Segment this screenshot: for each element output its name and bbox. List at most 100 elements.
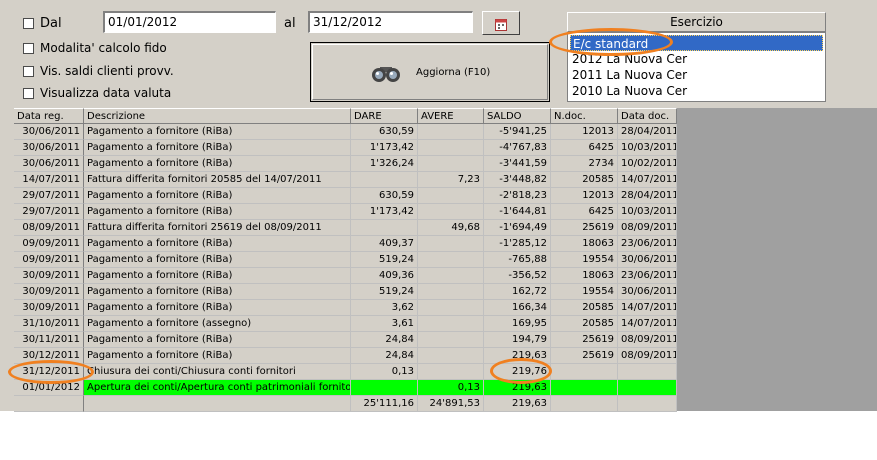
cell-saldo[interactable]: -1'285,12 <box>484 236 551 252</box>
cell-descrizione[interactable]: Pagamento a fornitore (RiBa) <box>84 348 351 364</box>
totals-row[interactable]: 25'111,16 24'891,53 219,63 <box>14 396 677 412</box>
cell-avere[interactable] <box>418 140 484 156</box>
cell-data-reg[interactable]: 08/09/2011 <box>14 220 84 236</box>
cell-n-doc[interactable] <box>551 380 618 396</box>
cell-saldo[interactable]: -765,88 <box>484 252 551 268</box>
data-valuta-checkbox[interactable] <box>23 88 34 99</box>
date-from-input[interactable]: 01/01/2012 <box>103 11 276 33</box>
cell-avere[interactable] <box>418 364 484 380</box>
cell-dare[interactable]: 24,84 <box>351 332 418 348</box>
cell-n-doc[interactable]: 25619 <box>551 348 618 364</box>
cell-descrizione[interactable] <box>84 396 351 412</box>
cell-descrizione[interactable]: Pagamento a fornitore (assegno) <box>84 316 351 332</box>
cell-n-doc[interactable]: 2734 <box>551 156 618 172</box>
cell-descrizione[interactable]: Chiusura dei conti/Chiusura conti fornit… <box>84 364 351 380</box>
cell-avere[interactable]: 0,13 <box>418 380 484 396</box>
cell-descrizione[interactable]: Pagamento a fornitore (RiBa) <box>84 252 351 268</box>
cell-avere[interactable] <box>418 188 484 204</box>
cell-n-doc[interactable]: 6425 <box>551 204 618 220</box>
cell-avere[interactable]: 24'891,53 <box>418 396 484 412</box>
cell-dare[interactable]: 409,37 <box>351 236 418 252</box>
cell-n-doc[interactable]: 19554 <box>551 252 618 268</box>
cell-data-reg[interactable]: 30/06/2011 <box>14 156 84 172</box>
cell-saldo[interactable]: -3'448,82 <box>484 172 551 188</box>
cell-avere[interactable]: 7,23 <box>418 172 484 188</box>
header-data-reg[interactable]: Data reg. <box>14 108 84 124</box>
cell-dare[interactable]: 519,24 <box>351 252 418 268</box>
cell-dare[interactable]: 1'173,42 <box>351 204 418 220</box>
cell-dare[interactable]: 409,36 <box>351 268 418 284</box>
cell-descrizione[interactable]: Fattura differita fornitori 25619 del 08… <box>84 220 351 236</box>
cell-descrizione[interactable]: Pagamento a fornitore (RiBa) <box>84 268 351 284</box>
cell-saldo[interactable]: 219,63 <box>484 396 551 412</box>
cell-data-doc[interactable]: 14/07/2011 <box>618 300 677 316</box>
date-to-input[interactable]: 31/12/2012 <box>308 11 473 33</box>
cell-data-doc[interactable]: 28/04/2011 <box>618 124 677 140</box>
cell-avere[interactable] <box>418 316 484 332</box>
cell-dare[interactable]: 3,62 <box>351 300 418 316</box>
cell-avere[interactable] <box>418 348 484 364</box>
cell-avere[interactable] <box>418 156 484 172</box>
aggiorna-button[interactable]: Aggiorna (F10) <box>310 42 550 102</box>
header-descrizione[interactable]: Descrizione <box>84 108 351 124</box>
cell-n-doc[interactable]: 6425 <box>551 140 618 156</box>
table-row[interactable]: 09/09/2011 Pagamento a fornitore (RiBa) 51… <box>14 252 677 268</box>
cell-n-doc[interactable]: 25619 <box>551 332 618 348</box>
cell-data-reg[interactable]: 09/09/2011 <box>14 252 84 268</box>
header-data-doc[interactable]: Data doc. <box>618 108 677 124</box>
cell-dare[interactable]: 3,61 <box>351 316 418 332</box>
cell-dare[interactable]: 519,24 <box>351 284 418 300</box>
table-row[interactable]: 29/07/2011 Pagamento a fornitore (RiBa) 63… <box>14 188 677 204</box>
table-row[interactable]: 30/06/2011 Pagamento a fornitore (RiBa) 1'… <box>14 140 677 156</box>
table-row[interactable]: 08/09/2011 Fattura differita fornitori 25… <box>14 220 677 236</box>
cell-descrizione[interactable]: Pagamento a fornitore (RiBa) <box>84 284 351 300</box>
cell-data-doc[interactable]: 28/04/2011 <box>618 188 677 204</box>
cell-saldo[interactable]: -3'441,59 <box>484 156 551 172</box>
cell-n-doc[interactable]: 12013 <box>551 188 618 204</box>
cell-n-doc[interactable]: 25619 <box>551 220 618 236</box>
cell-saldo[interactable]: 194,79 <box>484 332 551 348</box>
cell-data-reg[interactable]: 30/09/2011 <box>14 284 84 300</box>
header-n-doc[interactable]: N.doc. <box>551 108 618 124</box>
table-row[interactable]: 31/12/2011 Chiusura dei conti/Chiusura co… <box>14 364 677 380</box>
cell-data-reg[interactable]: 30/06/2011 <box>14 140 84 156</box>
table-row[interactable]: 09/09/2011 Pagamento a fornitore (RiBa) 40… <box>14 236 677 252</box>
cell-data-reg[interactable]: 09/09/2011 <box>14 236 84 252</box>
header-saldo[interactable]: SALDO <box>484 108 551 124</box>
table-row[interactable]: 30/09/2011 Pagamento a fornitore (RiBa) 40… <box>14 268 677 284</box>
cell-data-reg[interactable]: 31/10/2011 <box>14 316 84 332</box>
cell-n-doc[interactable]: 18063 <box>551 268 618 284</box>
cell-n-doc[interactable]: 12013 <box>551 124 618 140</box>
cell-n-doc[interactable]: 20585 <box>551 300 618 316</box>
cell-data-doc[interactable] <box>618 396 677 412</box>
cell-dare[interactable] <box>351 220 418 236</box>
cell-saldo[interactable]: 169,95 <box>484 316 551 332</box>
cell-data-doc[interactable]: 23/06/2011 <box>618 268 677 284</box>
cell-data-reg[interactable]: 30/11/2011 <box>14 332 84 348</box>
cell-data-reg[interactable]: 30/09/2011 <box>14 268 84 284</box>
cell-data-doc[interactable]: 14/07/2011 <box>618 172 677 188</box>
cell-descrizione[interactable]: Pagamento a fornitore (RiBa) <box>84 236 351 252</box>
table-row[interactable]: 30/12/2011 Pagamento a fornitore (RiBa) 24… <box>14 348 677 364</box>
cell-avere[interactable] <box>418 252 484 268</box>
dal-checkbox[interactable] <box>23 18 34 29</box>
cell-descrizione[interactable]: Pagamento a fornitore (RiBa) <box>84 332 351 348</box>
cell-saldo[interactable]: -5'941,25 <box>484 124 551 140</box>
cell-data-doc[interactable]: 08/09/2011 <box>618 348 677 364</box>
cell-n-doc[interactable] <box>551 396 618 412</box>
cell-data-doc[interactable]: 08/09/2011 <box>618 220 677 236</box>
table-row[interactable]: 30/06/2011 Pagamento a fornitore (RiBa) 63… <box>14 124 677 140</box>
cell-descrizione[interactable]: Pagamento a fornitore (RiBa) <box>84 156 351 172</box>
cell-data-doc[interactable]: 10/03/2011 <box>618 204 677 220</box>
cell-dare[interactable]: 24,84 <box>351 348 418 364</box>
table-row[interactable]: 29/07/2011 Pagamento a fornitore (RiBa) 1'… <box>14 204 677 220</box>
esercizio-item-2011[interactable]: 2011 La Nuova Cer <box>570 67 823 83</box>
cell-saldo[interactable]: -4'767,83 <box>484 140 551 156</box>
cell-n-doc[interactable]: 20585 <box>551 316 618 332</box>
cell-data-doc[interactable]: 08/09/2011 <box>618 332 677 348</box>
cell-dare[interactable]: 1'326,24 <box>351 156 418 172</box>
table-row[interactable]: 01/01/2012 Apertura dei conti/Apertura co… <box>14 380 677 396</box>
cell-saldo[interactable]: -1'644,81 <box>484 204 551 220</box>
cell-avere[interactable] <box>418 300 484 316</box>
cell-avere[interactable] <box>418 124 484 140</box>
